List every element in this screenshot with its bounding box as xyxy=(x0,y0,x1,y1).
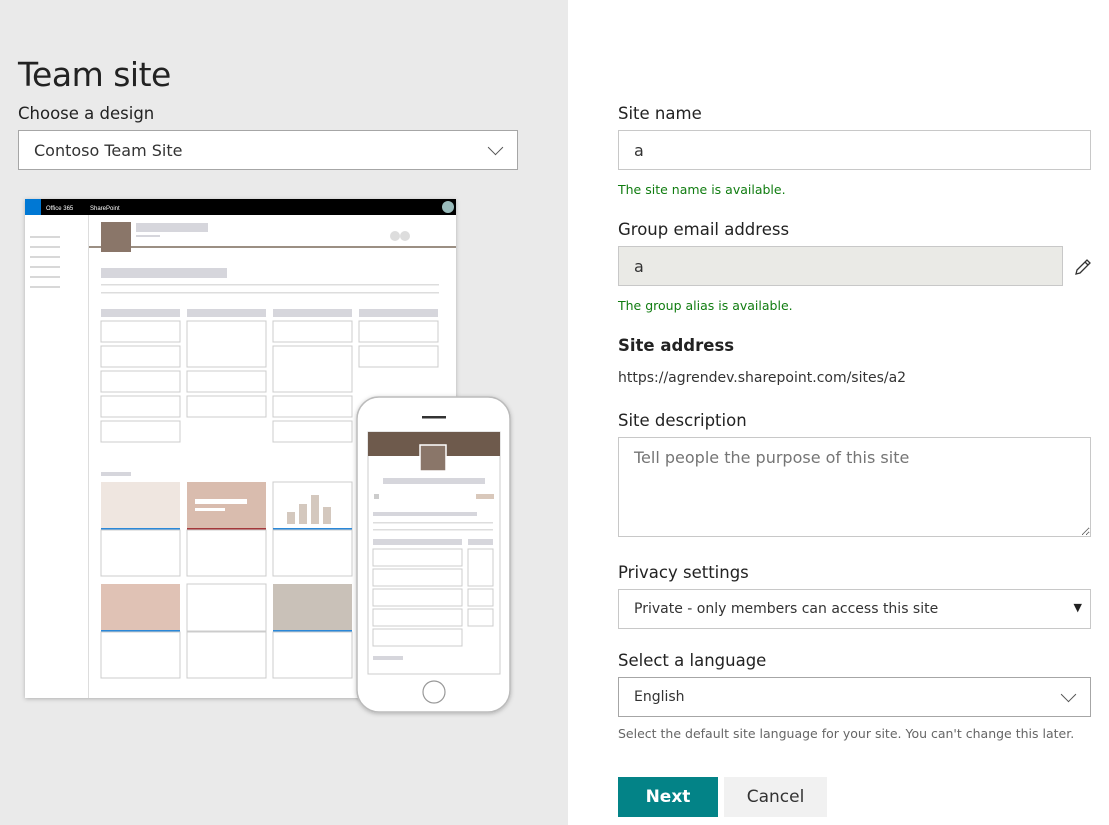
email-status: The group alias is available. xyxy=(618,298,793,313)
site-name-input[interactable]: a xyxy=(618,130,1091,170)
next-button[interactable]: Next xyxy=(618,777,718,817)
edit-pencil-icon[interactable] xyxy=(1073,257,1093,277)
email-value: a xyxy=(634,256,644,276)
suite-brand: Office 365 xyxy=(46,206,74,212)
home-button-icon xyxy=(422,680,446,704)
site-logo xyxy=(101,222,131,252)
privacy-label: Privacy settings xyxy=(618,563,749,582)
site-name-label: Site name xyxy=(618,104,702,123)
email-input: a xyxy=(618,246,1063,286)
suite-app-name: SharePoint xyxy=(90,206,120,212)
cancel-button[interactable]: Cancel xyxy=(724,777,827,817)
site-name-value: a xyxy=(634,140,644,160)
language-dropdown[interactable]: English xyxy=(618,677,1091,717)
privacy-select[interactable]: Private - only members can access this s… xyxy=(618,589,1091,629)
site-name-status: The site name is available. xyxy=(618,182,786,197)
privacy-value: Private - only members can access this s… xyxy=(634,601,939,617)
site-address: https://agrendev.sharepoint.com/sites/a2 xyxy=(618,370,907,386)
design-panel: Team site Choose a design Contoso Team S… xyxy=(0,0,568,825)
design-preview: Office 365 SharePoint xyxy=(25,199,511,713)
description-label: Site description xyxy=(618,411,747,430)
dropdown-arrow-icon: ▼ xyxy=(1073,601,1082,614)
chevron-down-icon xyxy=(1060,686,1077,703)
phone-preview xyxy=(356,396,511,713)
app-launcher-icon xyxy=(25,199,41,215)
avatar xyxy=(442,201,454,213)
language-label: Select a language xyxy=(618,651,767,670)
language-value: English xyxy=(634,689,685,705)
description-textarea[interactable] xyxy=(618,437,1091,537)
language-help: Select the default site language for you… xyxy=(618,726,1075,741)
address-label: Site address xyxy=(618,336,735,355)
email-label: Group email address xyxy=(618,220,790,239)
